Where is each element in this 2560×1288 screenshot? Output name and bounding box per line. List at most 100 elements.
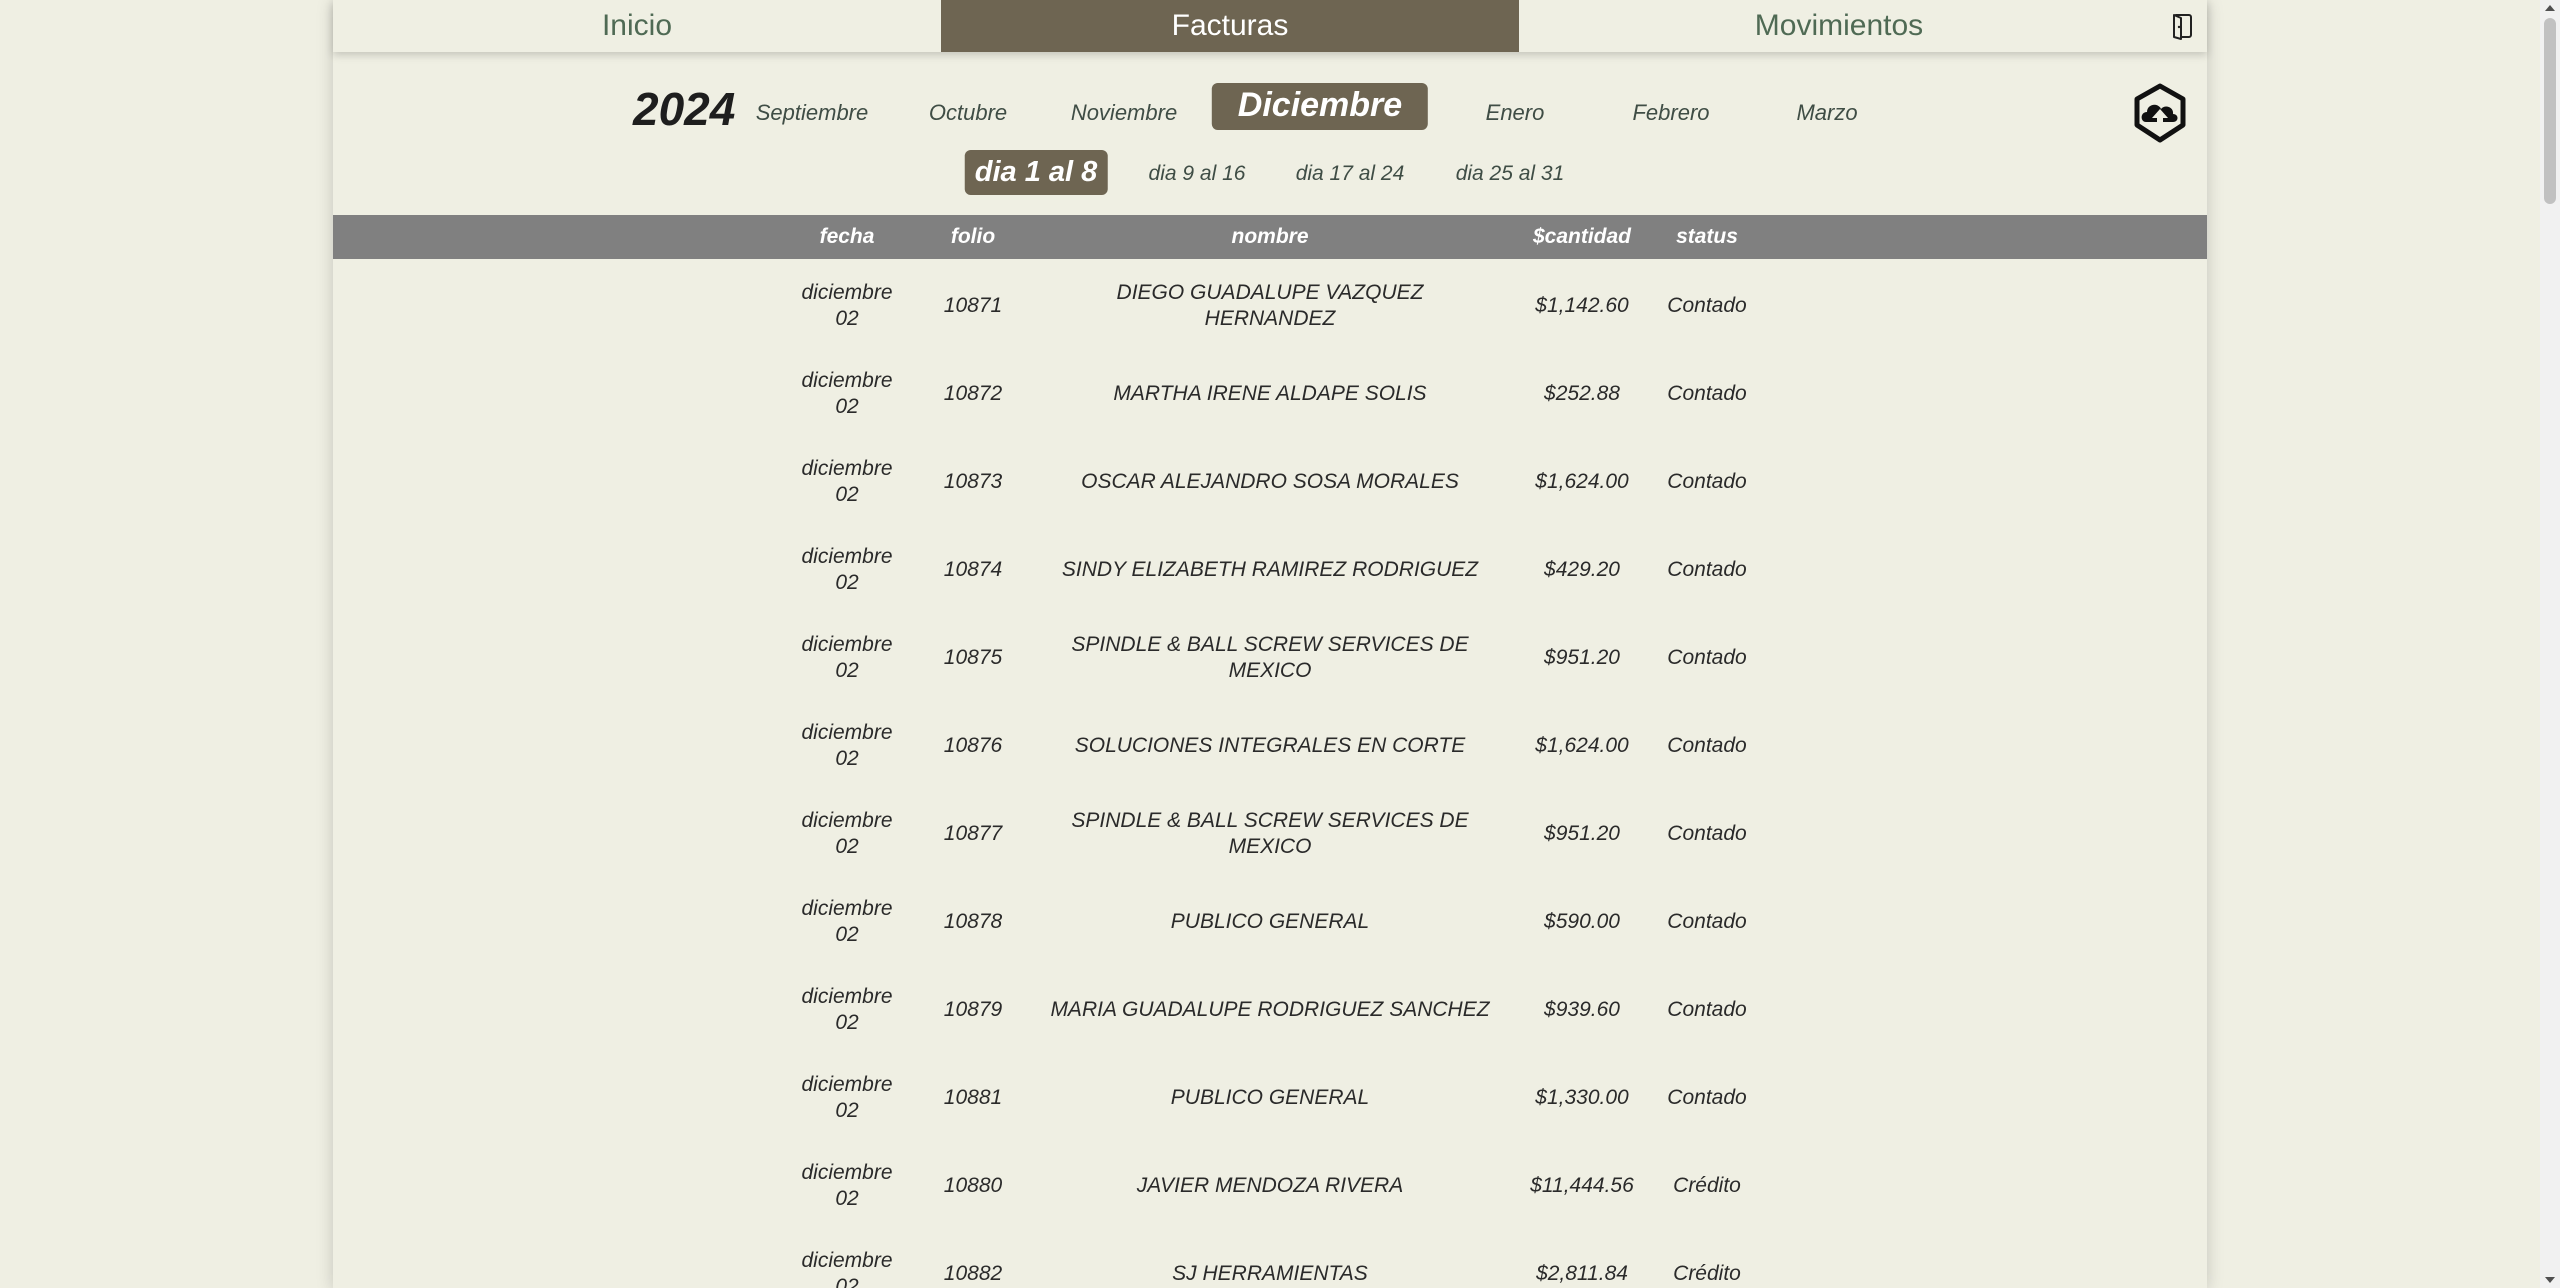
day-range-selector: dia 1 al 8 dia 9 al 16 dia 17 al 24 dia … — [333, 148, 2207, 200]
cell-cantidad: $429.20 — [1544, 558, 1620, 581]
table-row[interactable]: diciembre 02 10876 SOLUCIONES INTEGRALES… — [333, 702, 2207, 790]
scrollbar[interactable] — [2540, 0, 2560, 1288]
cell-status: Contado — [1667, 646, 1747, 669]
cell-folio: 10875 — [943, 646, 1003, 669]
header-folio[interactable]: folio — [951, 225, 995, 249]
logout-button[interactable] — [2159, 0, 2207, 52]
cell-nombre: SJ HERRAMIENTAS — [1172, 1262, 1368, 1285]
header-status[interactable]: status — [1676, 225, 1738, 249]
table-row[interactable]: diciembre 02 10879 MARIA GUADALUPE RODRI… — [333, 966, 2207, 1054]
cell-cantidad: $951.20 — [1544, 646, 1620, 669]
cell-nombre: MARTHA IRENE ALDAPE SOLIS — [1113, 382, 1427, 405]
cell-fecha: diciembre 02 — [801, 633, 893, 682]
cell-cantidad: $939.60 — [1544, 998, 1620, 1021]
month-noviembre[interactable]: Noviembre — [1071, 100, 1177, 126]
cell-nombre: PUBLICO GENERAL — [1170, 1086, 1370, 1109]
table-row[interactable]: diciembre 02 10882 SJ HERRAMIENTAS $2,81… — [333, 1230, 2207, 1288]
month-enero[interactable]: Enero — [1486, 100, 1545, 126]
table-body: diciembre 02 10871 DIEGO GUADALUPE VAZQU… — [333, 262, 2207, 1288]
cell-status: Contado — [1667, 822, 1747, 845]
cell-folio: 10881 — [943, 1086, 1003, 1109]
cell-fecha: diciembre 02 — [801, 1161, 893, 1210]
header-fecha[interactable]: fecha — [820, 225, 875, 249]
header-cantidad[interactable]: $cantidad — [1533, 225, 1631, 249]
cell-fecha: diciembre 02 — [801, 1249, 893, 1288]
cell-status: Contado — [1667, 470, 1747, 493]
month-diciembre[interactable]: Diciembre — [1211, 83, 1429, 130]
cloud-upload-icon — [2134, 83, 2186, 143]
main-panel: Inicio Facturas Movimientos 2024 Septiem… — [333, 0, 2207, 1288]
cell-cantidad: $1,142.60 — [1535, 294, 1629, 317]
cell-folio: 10878 — [943, 910, 1003, 933]
cell-nombre: OSCAR ALEJANDRO SOSA MORALES — [1081, 470, 1459, 493]
table-row[interactable]: diciembre 02 10878 PUBLICO GENERAL $590.… — [333, 878, 2207, 966]
cell-folio: 10871 — [943, 294, 1003, 317]
cell-fecha: diciembre 02 — [801, 1073, 893, 1122]
cell-nombre: MARIA GUADALUPE RODRIGUEZ SANCHEZ — [1050, 998, 1490, 1021]
logout-icon — [2173, 14, 2192, 40]
cell-status: Contado — [1667, 998, 1747, 1021]
cell-folio: 10872 — [943, 382, 1003, 405]
table-row[interactable]: diciembre 02 10881 PUBLICO GENERAL $1,33… — [333, 1054, 2207, 1142]
cell-status: Crédito — [1673, 1262, 1741, 1285]
upload-button[interactable] — [2128, 82, 2192, 146]
cell-nombre: JAVIER MENDOZA RIVERA — [1136, 1174, 1404, 1197]
cell-cantidad: $590.00 — [1544, 910, 1620, 933]
range-25-31[interactable]: dia 25 al 31 — [1456, 162, 1565, 186]
cell-cantidad: $11,444.56 — [1530, 1174, 1634, 1197]
cell-status: Contado — [1667, 1086, 1747, 1109]
range-9-16[interactable]: dia 9 al 16 — [1149, 162, 1246, 186]
table-row[interactable]: diciembre 02 10877 SPINDLE & BALL SCREW … — [333, 790, 2207, 878]
cell-fecha: diciembre 02 — [801, 457, 893, 506]
cell-status: Contado — [1667, 910, 1747, 933]
cell-fecha: diciembre 02 — [801, 809, 893, 858]
month-febrero[interactable]: Febrero — [1632, 100, 1709, 126]
top-nav: Inicio Facturas Movimientos — [333, 0, 2207, 52]
cell-nombre: PUBLICO GENERAL — [1170, 910, 1370, 933]
cell-fecha: diciembre 02 — [801, 985, 893, 1034]
cell-folio: 10882 — [943, 1262, 1003, 1285]
cell-nombre: SPINDLE & BALL SCREW SERVICES DE MEXICO — [1071, 809, 1469, 858]
table-row[interactable]: diciembre 02 10875 SPINDLE & BALL SCREW … — [333, 614, 2207, 702]
cell-status: Contado — [1667, 558, 1747, 581]
cell-fecha: diciembre 02 — [801, 369, 893, 418]
cell-folio: 10874 — [943, 558, 1003, 581]
table-row[interactable]: diciembre 02 10874 SINDY ELIZABETH RAMIR… — [333, 526, 2207, 614]
table-row[interactable]: diciembre 02 10880 JAVIER MENDOZA RIVERA… — [333, 1142, 2207, 1230]
month-marzo[interactable]: Marzo — [1796, 100, 1857, 126]
cell-folio: 10880 — [943, 1174, 1003, 1197]
cell-fecha: diciembre 02 — [801, 721, 893, 770]
cell-status: Crédito — [1673, 1174, 1741, 1197]
month-selector: Septiembre Octubre Noviembre Diciembre E… — [333, 80, 2207, 140]
cell-fecha: diciembre 02 — [801, 281, 893, 330]
range-1-8[interactable]: dia 1 al 8 — [964, 150, 1108, 195]
cell-nombre: SINDY ELIZABETH RAMIREZ RODRIGUEZ — [1061, 558, 1479, 581]
cell-cantidad: $2,811.84 — [1536, 1262, 1628, 1285]
tab-inicio[interactable]: Inicio — [333, 0, 941, 52]
table-row[interactable]: diciembre 02 10871 DIEGO GUADALUPE VAZQU… — [333, 262, 2207, 350]
table-row[interactable]: diciembre 02 10872 MARTHA IRENE ALDAPE S… — [333, 350, 2207, 438]
table-header: fecha folio nombre $cantidad status — [333, 215, 2207, 259]
cell-cantidad: $951.20 — [1544, 822, 1620, 845]
cell-nombre: DIEGO GUADALUPE VAZQUEZ HERNANDEZ — [1116, 281, 1424, 330]
scroll-down-arrow-icon[interactable] — [2540, 1272, 2560, 1288]
cell-folio: 10879 — [943, 998, 1003, 1021]
scrollbar-thumb[interactable] — [2544, 18, 2556, 204]
scroll-up-arrow-icon[interactable] — [2540, 0, 2560, 16]
tab-movimientos[interactable]: Movimientos — [1519, 0, 2159, 52]
cell-cantidad: $1,624.00 — [1535, 470, 1629, 493]
cell-folio: 10876 — [943, 734, 1003, 757]
cell-status: Contado — [1667, 382, 1747, 405]
tab-facturas[interactable]: Facturas — [941, 0, 1519, 52]
month-octubre[interactable]: Octubre — [929, 100, 1007, 126]
cell-nombre: SOLUCIONES INTEGRALES EN CORTE — [1074, 734, 1466, 757]
header-nombre[interactable]: nombre — [1231, 225, 1308, 249]
cell-folio: 10877 — [943, 822, 1003, 845]
range-17-24[interactable]: dia 17 al 24 — [1296, 162, 1405, 186]
cell-status: Contado — [1667, 734, 1747, 757]
cell-fecha: diciembre 02 — [801, 897, 893, 946]
cell-nombre: SPINDLE & BALL SCREW SERVICES DE MEXICO — [1071, 633, 1469, 682]
cell-cantidad: $252.88 — [1544, 382, 1620, 405]
month-septiembre[interactable]: Septiembre — [756, 100, 869, 126]
table-row[interactable]: diciembre 02 10873 OSCAR ALEJANDRO SOSA … — [333, 438, 2207, 526]
